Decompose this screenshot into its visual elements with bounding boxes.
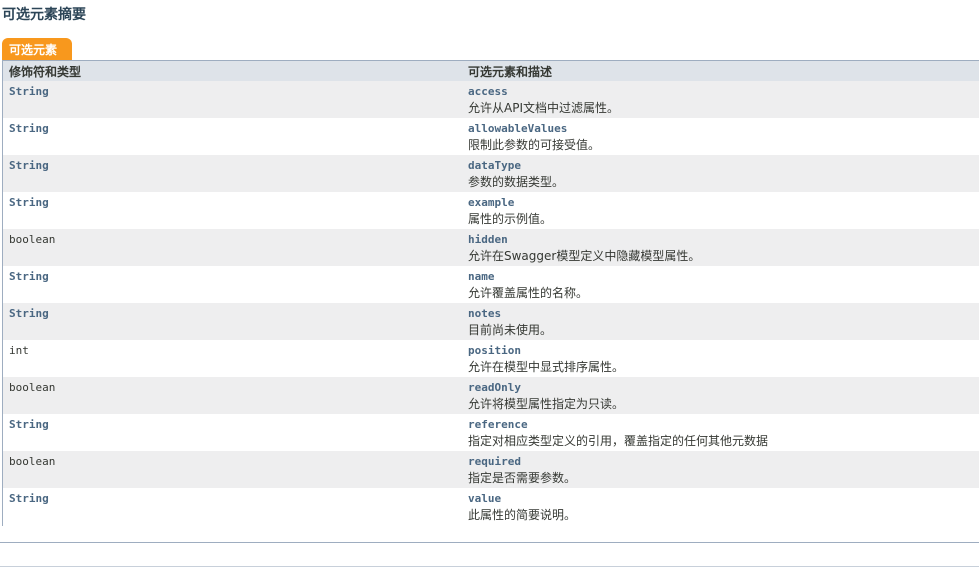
element-description: 指定对相应类型定义的引用，覆盖指定的任何其他元数据 (468, 434, 769, 448)
element-description-cell: reference 指定对相应类型定义的引用，覆盖指定的任何其他元数据 (462, 414, 979, 451)
element-description-cell: name 允许覆盖属性的名称。 (462, 266, 979, 303)
element-description-cell: allowableValues 限制此参数的可接受值。 (462, 118, 979, 155)
element-description: 允许在Swagger模型定义中隐藏模型属性。 (468, 249, 701, 263)
element-description: 限制此参数的可接受值。 (468, 138, 601, 152)
element-description-cell: value 此属性的简要说明。 (462, 488, 979, 525)
element-description: 允许覆盖属性的名称。 (468, 286, 589, 300)
divider (0, 542, 979, 543)
element-name-link[interactable]: reference (468, 414, 979, 433)
element-description-cell: readOnly 允许将模型属性指定为只读。 (462, 377, 979, 414)
type-link[interactable]: String (9, 118, 462, 137)
element-description-cell: dataType 参数的数据类型。 (462, 155, 979, 192)
element-description-cell: notes 目前尚未使用。 (462, 303, 979, 340)
table-row: String example 属性的示例值。 (3, 192, 979, 229)
table-row: String notes 目前尚未使用。 (3, 303, 979, 340)
table-row: boolean required 指定是否需要参数。 (3, 451, 979, 488)
element-name-link[interactable]: name (468, 266, 979, 285)
element-description: 允许在模型中显式排序属性。 (468, 360, 625, 374)
table-row: int position 允许在模型中显式排序属性。 (3, 340, 979, 377)
element-description: 目前尚未使用。 (468, 323, 553, 337)
modifier-type-cell: String (3, 266, 462, 303)
element-name-link[interactable]: position (468, 340, 979, 359)
element-name-link[interactable]: example (468, 192, 979, 211)
element-description: 指定是否需要参数。 (468, 471, 577, 485)
optional-elements-table: 修饰符和类型 可选元素和描述 String access 允许从API文档中过滤属性… (3, 61, 979, 525)
modifier-type-cell: String (3, 303, 462, 340)
table-row: String allowableValues 限制此参数的可接受值。 (3, 118, 979, 155)
element-description: 参数的数据类型。 (468, 175, 565, 189)
modifier-type-cell: String (3, 118, 462, 155)
section-title: 可选元素摘要 (2, 7, 86, 23)
type-link[interactable]: String (9, 266, 462, 285)
element-name-link[interactable]: notes (468, 303, 979, 322)
element-description: 允许从API文档中过滤属性。 (468, 101, 619, 115)
element-description-cell: required 指定是否需要参数。 (462, 451, 979, 488)
type-label: boolean (9, 233, 56, 246)
element-description-cell: example 属性的示例值。 (462, 192, 979, 229)
divider (0, 566, 979, 567)
header-element-description: 可选元素和描述 (462, 61, 979, 81)
element-description: 属性的示例值。 (468, 212, 553, 226)
element-description: 允许将模型属性指定为只读。 (468, 397, 625, 411)
modifier-type-cell: boolean (3, 377, 462, 414)
element-name-link[interactable]: dataType (468, 155, 979, 174)
element-name-link[interactable]: value (468, 488, 979, 507)
type-link[interactable]: String (9, 414, 462, 433)
type-link[interactable]: String (9, 488, 462, 507)
element-name-link[interactable]: readOnly (468, 377, 979, 396)
type-label: int (9, 344, 29, 357)
modifier-type-cell: String (3, 414, 462, 451)
type-label: boolean (9, 381, 56, 394)
summary-table-container: 修饰符和类型 可选元素和描述 String access 允许从API文档中过滤属性… (2, 60, 979, 526)
table-row: String dataType 参数的数据类型。 (3, 155, 979, 192)
modifier-type-cell: boolean (3, 229, 462, 266)
table-row: boolean readOnly 允许将模型属性指定为只读。 (3, 377, 979, 414)
element-name-link[interactable]: allowableValues (468, 118, 979, 137)
table-row: String value 此属性的简要说明。 (3, 488, 979, 525)
type-link[interactable]: String (9, 303, 462, 322)
type-link[interactable]: String (9, 81, 462, 100)
table-caption-tab: 可选元素 (2, 38, 73, 60)
table-row: String name 允许覆盖属性的名称。 (3, 266, 979, 303)
type-label: boolean (9, 455, 56, 468)
modifier-type-cell: boolean (3, 451, 462, 488)
element-name-link[interactable]: required (468, 451, 979, 470)
modifier-type-cell: String (3, 192, 462, 229)
modifier-type-cell: String (3, 81, 462, 118)
element-name-link[interactable]: hidden (468, 229, 979, 248)
table-body: String access 允许从API文档中过滤属性。 String allowabl… (3, 81, 979, 525)
table-row: String reference 指定对相应类型定义的引用，覆盖指定的任何其他元数据 (3, 414, 979, 451)
type-link[interactable]: String (9, 155, 462, 174)
modifier-type-cell: int (3, 340, 462, 377)
element-description-cell: hidden 允许在Swagger模型定义中隐藏模型属性。 (462, 229, 979, 266)
element-name-link[interactable]: access (468, 81, 979, 100)
table-row: String access 允许从API文档中过滤属性。 (3, 81, 979, 118)
table-header-row: 修饰符和类型 可选元素和描述 (3, 61, 979, 81)
element-description-cell: access 允许从API文档中过滤属性。 (462, 81, 979, 118)
type-link[interactable]: String (9, 192, 462, 211)
header-modifier-type: 修饰符和类型 (3, 61, 462, 81)
annotation-summary-page: 可选元素摘要 可选元素 修饰符和类型 可选元素和描述 String access 允… (0, 0, 979, 574)
element-description: 此属性的简要说明。 (468, 508, 577, 522)
element-description-cell: position 允许在模型中显式排序属性。 (462, 340, 979, 377)
modifier-type-cell: String (3, 488, 462, 525)
modifier-type-cell: String (3, 155, 462, 192)
table-row: boolean hidden 允许在Swagger模型定义中隐藏模型属性。 (3, 229, 979, 266)
